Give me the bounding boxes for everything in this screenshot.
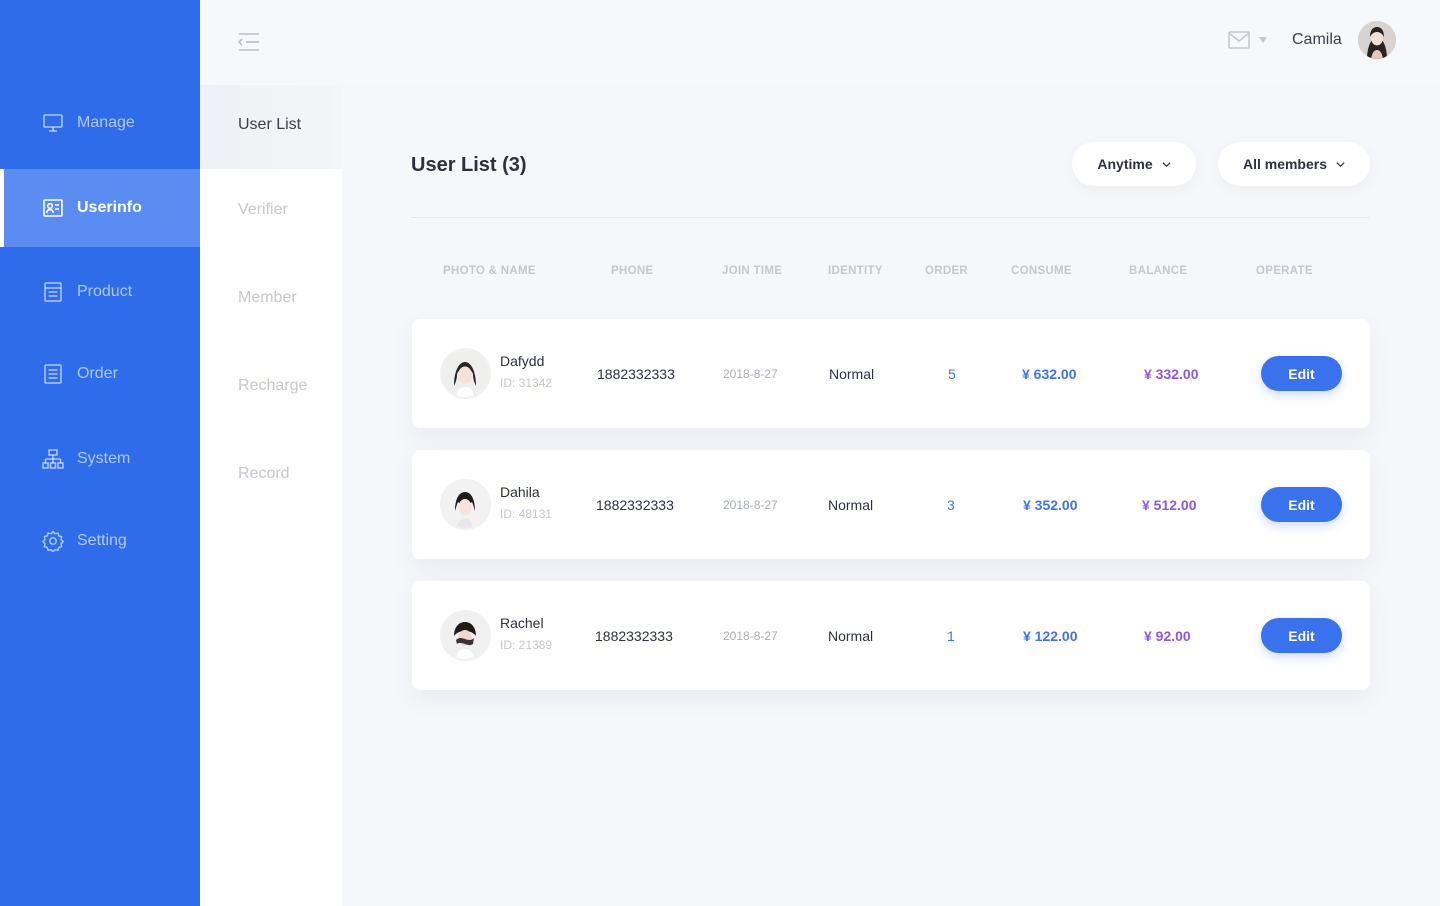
avatar xyxy=(440,610,491,661)
anytime-filter-dropdown[interactable]: Anytime xyxy=(1072,142,1196,186)
balance-value: ¥ 332.00 xyxy=(1144,366,1199,382)
balance-value: ¥ 512.00 xyxy=(1142,497,1197,513)
column-header-join-time: JOIN TIME xyxy=(722,265,783,277)
user-name: Rachel xyxy=(500,615,544,631)
column-header-balance: BALANCE xyxy=(1129,265,1188,277)
column-header-photo-name: PHOTO & NAME xyxy=(443,265,536,277)
consume-value: ¥ 352.00 xyxy=(1023,497,1078,513)
join-time-value: 2018-8-27 xyxy=(723,367,778,381)
gear-icon xyxy=(42,530,64,552)
edit-button[interactable]: Edit xyxy=(1261,487,1342,522)
submenu-item-member[interactable]: Member xyxy=(238,289,297,307)
balance-value: ¥ 92.00 xyxy=(1144,628,1191,644)
members-filter-dropdown[interactable]: All members xyxy=(1218,142,1370,186)
chevron-down-icon xyxy=(1336,161,1345,167)
page-title: User List (3) xyxy=(411,154,527,176)
avatar xyxy=(440,348,491,399)
sidebar-item-label: Order xyxy=(77,365,118,382)
sidebar-item-label: Userinfo xyxy=(77,199,142,216)
phone-value: 1882332333 xyxy=(595,628,673,644)
sidebar-item-system[interactable]: System xyxy=(0,420,200,498)
column-header-identity: IDENTITY xyxy=(828,265,883,277)
consume-value: ¥ 632.00 xyxy=(1022,366,1077,382)
user-name: Dahila xyxy=(500,484,540,500)
sidebar-item-userinfo[interactable]: Userinfo xyxy=(0,169,200,247)
table-row: Dahila ID: 48131 1882332333 2018-8-27 No… xyxy=(412,450,1370,559)
members-filter-label: All members xyxy=(1242,156,1328,172)
sidebar-item-setting[interactable]: Setting xyxy=(0,502,200,580)
order-count: 5 xyxy=(948,366,956,382)
document-icon xyxy=(42,281,64,303)
join-time-value: 2018-8-27 xyxy=(723,629,778,643)
user-name: Dafydd xyxy=(500,353,545,369)
title-divider xyxy=(411,217,1370,218)
anytime-filter-label: Anytime xyxy=(1097,156,1153,172)
order-count: 1 xyxy=(947,628,955,644)
submenu-item-user-list[interactable]: User List xyxy=(238,116,301,134)
sidebar-item-manage[interactable]: Manage xyxy=(0,84,200,162)
user-id: ID: 48131 xyxy=(500,507,553,521)
sidebar-item-label: Setting xyxy=(77,532,127,549)
avatar xyxy=(440,479,491,530)
sidebar-item-order[interactable]: Order xyxy=(0,335,200,413)
user-id: ID: 21389 xyxy=(500,638,553,652)
id-card-icon xyxy=(42,197,64,219)
list-icon xyxy=(42,363,64,385)
order-count: 3 xyxy=(947,497,955,513)
user-name[interactable]: Camila xyxy=(1292,31,1342,49)
identity-value: Normal xyxy=(828,497,874,513)
mail-dropdown-caret-icon[interactable] xyxy=(1259,37,1267,43)
hierarchy-icon xyxy=(42,448,64,470)
join-time-value: 2018-8-27 xyxy=(723,498,778,512)
mail-icon[interactable] xyxy=(1228,31,1250,49)
submenu: User List Verifier Member Recharge Recor… xyxy=(200,0,342,906)
sidebar-item-label: Manage xyxy=(77,114,135,131)
table-row: Rachel ID: 21389 1882332333 2018-8-27 No… xyxy=(412,581,1370,690)
submenu-item-record[interactable]: Record xyxy=(238,465,290,483)
collapse-menu-icon[interactable] xyxy=(237,32,260,52)
submenu-item-verifier[interactable]: Verifier xyxy=(238,201,288,219)
submenu-item-recharge[interactable]: Recharge xyxy=(238,377,307,395)
consume-value: ¥ 122.00 xyxy=(1023,628,1078,644)
phone-value: 1882332333 xyxy=(596,497,674,513)
chevron-down-icon xyxy=(1162,161,1171,167)
sidebar: Manage Userinfo Product Order System Set… xyxy=(0,0,200,906)
sidebar-item-label: Product xyxy=(77,283,133,300)
edit-button[interactable]: Edit xyxy=(1261,356,1342,391)
phone-value: 1882332333 xyxy=(597,366,675,382)
monitor-icon xyxy=(42,112,64,134)
identity-value: Normal xyxy=(829,366,875,382)
user-avatar[interactable] xyxy=(1358,21,1396,59)
column-header-consume: CONSUME xyxy=(1011,265,1072,277)
sidebar-item-label: System xyxy=(77,450,131,467)
identity-value: Normal xyxy=(828,628,874,644)
sidebar-item-product[interactable]: Product xyxy=(0,253,200,331)
user-id: ID: 31342 xyxy=(500,376,553,390)
top-bar: Camila xyxy=(200,0,1440,85)
column-header-operate: OPERATE xyxy=(1256,265,1313,277)
table-row: Dafydd ID: 31342 1882332333 2018-8-27 No… xyxy=(412,319,1370,428)
column-header-phone: PHONE xyxy=(611,265,654,277)
column-header-order: ORDER xyxy=(925,265,969,277)
edit-button[interactable]: Edit xyxy=(1261,618,1342,653)
